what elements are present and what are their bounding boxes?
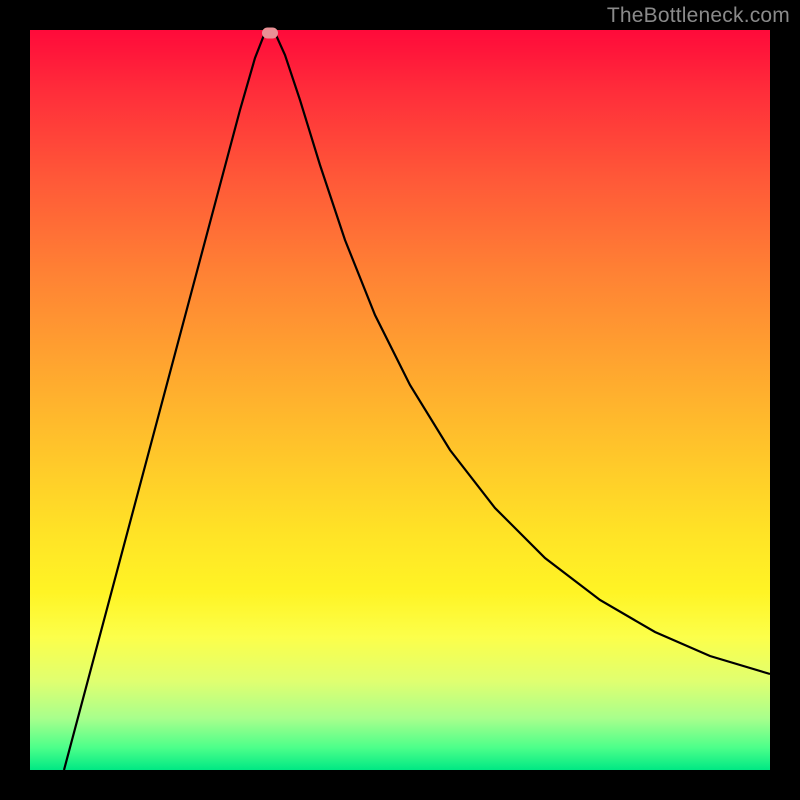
minimum-marker — [262, 28, 278, 39]
bottleneck-curve — [30, 30, 770, 770]
watermark-text: TheBottleneck.com — [607, 4, 790, 28]
curve-path — [64, 30, 770, 770]
plot-area — [30, 30, 770, 770]
chart-frame: TheBottleneck.com — [0, 0, 800, 800]
